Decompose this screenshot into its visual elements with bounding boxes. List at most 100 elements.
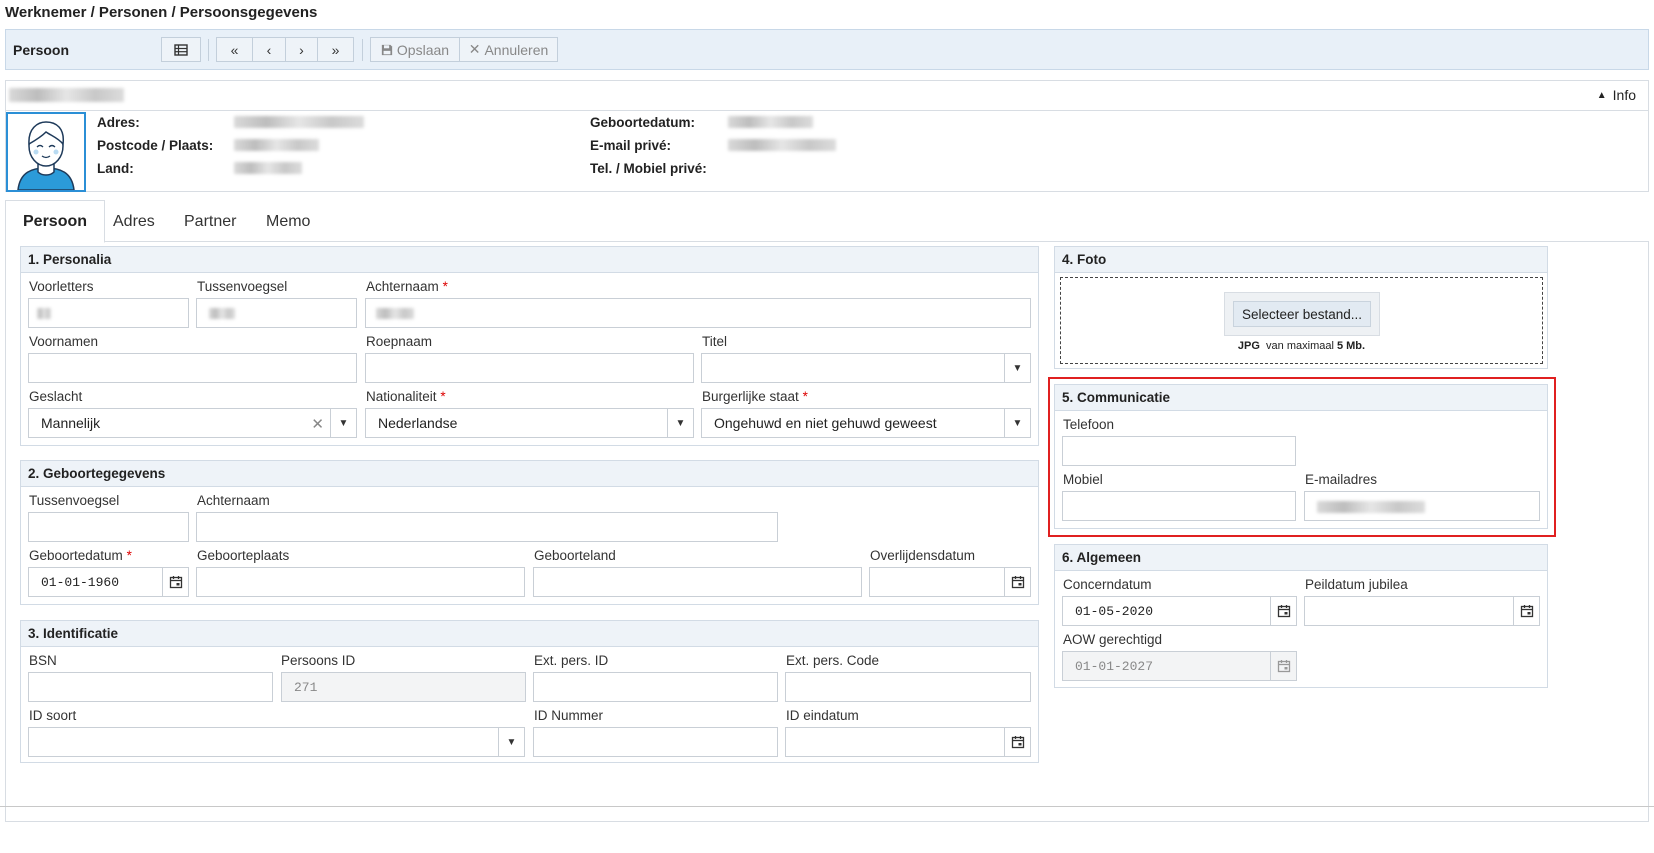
persoons-id-label: Persoons ID [281, 653, 356, 668]
chevron-left-icon: ‹ [266, 41, 272, 58]
previous-record-button[interactable]: ‹ [252, 37, 286, 62]
voorletters-label: Voorletters [29, 279, 94, 294]
select-file-wrapper: Selecteer bestand... [1224, 292, 1380, 336]
id-soort-select[interactable]: ▼ [28, 727, 525, 757]
voorletters-input[interactable] [28, 298, 189, 328]
save-button[interactable]: Opslaan [370, 37, 460, 62]
first-record-button[interactable]: « [216, 37, 253, 62]
tab-bar: Persoon Adres Partner Memo [5, 200, 1649, 243]
floppy-disk-icon [381, 44, 393, 55]
separator [208, 39, 209, 61]
highlight-box [1048, 377, 1556, 537]
achternaam-label: Achternaam * [366, 279, 448, 294]
calendar-icon[interactable] [1270, 597, 1296, 625]
algemeen-title: 6. Algemeen [1055, 545, 1547, 571]
person-info-header: ▲ Info [6, 81, 1648, 111]
geboorte-tussenvoegsel-input[interactable] [28, 512, 189, 542]
double-chevron-left-icon: « [230, 41, 239, 58]
achternaam-input[interactable] [365, 298, 1031, 328]
tussenvoegsel-input[interactable] [196, 298, 357, 328]
peildatum-jubilea-input[interactable] [1304, 596, 1540, 626]
id-nummer-label: ID Nummer [534, 708, 604, 723]
info-toggle-label: Info [1612, 87, 1636, 103]
select-file-button[interactable]: Selecteer bestand... [1233, 301, 1371, 327]
dropdown-arrow-icon[interactable]: ▼ [667, 409, 693, 437]
tab-persoon[interactable]: Persoon [5, 200, 106, 243]
calendar-icon[interactable] [162, 568, 188, 596]
toolbar-title: Persoon [13, 42, 70, 58]
geboorte-tussenvoegsel-label: Tussenvoegsel [29, 493, 120, 508]
last-record-button[interactable]: » [317, 37, 354, 62]
burgerlijke-staat-label: Burgerlijke staat * [702, 389, 808, 404]
dropdown-arrow-icon[interactable]: ▼ [330, 409, 356, 437]
info-toggle[interactable]: ▲ Info [1597, 87, 1636, 103]
persoons-id-input: 271 [281, 672, 526, 702]
ext-pers-code-label: Ext. pers. Code [786, 653, 880, 668]
geboorte-achternaam-input[interactable] [196, 512, 778, 542]
nationaliteit-select[interactable]: Nederlandse ▼ [365, 408, 694, 438]
geboorteplaats-input[interactable] [196, 567, 525, 597]
person-name-redacted [9, 88, 124, 102]
toolbar: Persoon « ‹ › » Opslaan ✕ Annuleren [5, 29, 1649, 70]
roepnaam-input[interactable] [365, 353, 694, 383]
tab-adres[interactable]: Adres [96, 200, 172, 243]
tab-partner[interactable]: Partner [167, 200, 253, 243]
calendar-icon[interactable] [1513, 597, 1539, 625]
land-value-redacted [234, 162, 302, 174]
overlijdensdatum-input[interactable] [869, 567, 1031, 597]
email-prive-label: E-mail privé: [590, 138, 672, 153]
postcode-label: Postcode / Plaats: [97, 138, 214, 153]
foto-title: 4. Foto [1055, 247, 1547, 273]
geslacht-select[interactable]: Mannelijk ✕ ▼ [28, 408, 357, 438]
aow-gerechtigd-label: AOW gerechtigd [1063, 632, 1163, 647]
photo-dropzone[interactable]: Selecteer bestand... JPG van maximaal 5 … [1060, 277, 1543, 364]
identificatie-panel: 3. Identificatie BSN Persoons ID 271 Ext… [20, 620, 1039, 763]
geboortedatum-input[interactable]: 01-01-1960 [28, 567, 189, 597]
calendar-icon [1270, 652, 1296, 680]
person-avatar-icon [17, 121, 75, 191]
geslacht-label: Geslacht [29, 389, 83, 404]
calendar-icon[interactable] [1004, 728, 1030, 756]
algemeen-panel: 6. Algemeen Concerndatum 01-05-2020 Peil… [1054, 544, 1548, 688]
separator [362, 39, 363, 61]
nationaliteit-label: Nationaliteit * [366, 389, 446, 404]
personalia-title: 1. Personalia [21, 247, 1038, 273]
geboortedatum-value-redacted [728, 116, 813, 128]
calendar-icon[interactable] [1004, 568, 1030, 596]
concerndatum-input[interactable]: 01-05-2020 [1062, 596, 1297, 626]
geboorteland-label: Geboorteland [534, 548, 616, 563]
identificatie-title: 3. Identificatie [21, 621, 1038, 647]
footer-divider [0, 806, 1654, 807]
dropdown-arrow-icon[interactable]: ▼ [1004, 409, 1030, 437]
dropdown-arrow-icon[interactable]: ▼ [498, 728, 524, 756]
geboorteland-input[interactable] [533, 567, 862, 597]
close-icon: ✕ [468, 41, 481, 57]
next-record-button[interactable]: › [285, 37, 318, 62]
titel-select[interactable]: ▼ [701, 353, 1031, 383]
clear-icon[interactable]: ✕ [311, 415, 324, 433]
tussenvoegsel-label: Tussenvoegsel [197, 279, 288, 294]
bsn-label: BSN [29, 653, 57, 668]
concerndatum-label: Concerndatum [1063, 577, 1152, 592]
chevron-right-icon: › [299, 41, 304, 58]
foto-panel: 4. Foto Selecteer bestand... JPG van max… [1054, 246, 1548, 369]
avatar [6, 112, 86, 192]
aow-gerechtigd-input: 01-01-2027 [1062, 651, 1297, 681]
geboortedatum-label: Geboortedatum: [590, 115, 696, 130]
ext-pers-id-input[interactable] [533, 672, 778, 702]
bsn-input[interactable] [28, 672, 273, 702]
id-soort-label: ID soort [29, 708, 77, 723]
cancel-label: Annuleren [484, 41, 549, 58]
ext-pers-code-input[interactable] [785, 672, 1031, 702]
id-nummer-input[interactable] [533, 727, 778, 757]
list-view-button[interactable] [161, 37, 201, 62]
personalia-panel: 1. Personalia Voorletters Tussenvoegsel … [20, 246, 1039, 446]
id-eindatum-input[interactable] [785, 727, 1031, 757]
dropdown-arrow-icon[interactable]: ▼ [1004, 354, 1030, 382]
peildatum-jubilea-label: Peildatum jubilea [1305, 577, 1408, 592]
cancel-button[interactable]: ✕ Annuleren [459, 37, 558, 62]
triangle-up-icon: ▲ [1596, 89, 1607, 101]
tab-memo[interactable]: Memo [249, 200, 327, 243]
voornamen-input[interactable] [28, 353, 357, 383]
burgerlijke-staat-select[interactable]: Ongehuwd en niet gehuwd geweest ▼ [701, 408, 1031, 438]
